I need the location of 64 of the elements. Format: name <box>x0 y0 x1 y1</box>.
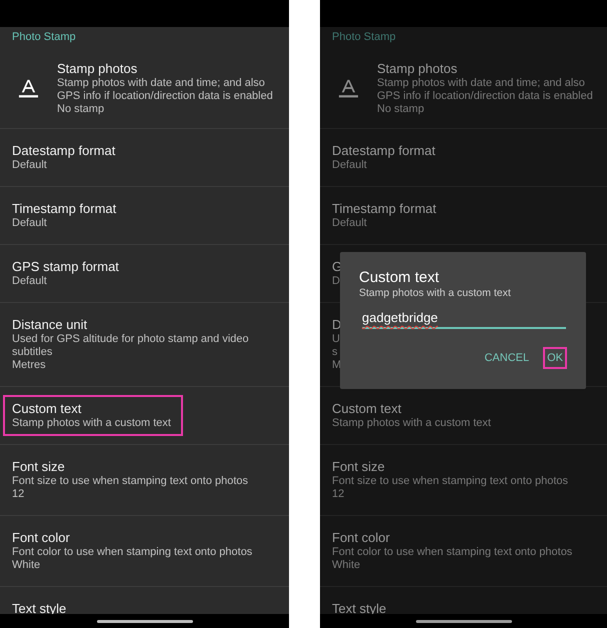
section-header: Photo Stamp <box>331 30 397 45</box>
setting-title: Font size <box>332 458 385 475</box>
setting-summary: Font size to use when stamping text onto photos <box>332 475 568 488</box>
settings-item[interactable]: Timestamp format Default <box>320 187 607 245</box>
setting-title: Custom text <box>332 400 402 417</box>
setting-title: Font size <box>12 458 65 475</box>
setting-title: GPS stamp format <box>12 258 119 275</box>
settings-item[interactable]: Custom text Stamp photos with a custom text <box>0 387 289 445</box>
setting-summary: Default <box>12 217 47 230</box>
settings-item[interactable]: Font color Font color to use when stamping text onto photos White <box>0 516 289 587</box>
setting-title: Datestamp format <box>12 142 116 159</box>
setting-title: Text style <box>12 600 66 617</box>
setting-title: Stamp photos <box>377 60 458 77</box>
setting-summary: Used for GPS altitude for photo stamp and video subtitles <box>12 333 250 359</box>
text-format-icon <box>18 78 39 98</box>
settings-item[interactable]: Timestamp format Default <box>0 187 289 245</box>
setting-summary: Default <box>12 275 47 288</box>
setting-summary: Default <box>332 217 367 230</box>
setting-summary: 12 <box>332 488 344 501</box>
setting-summary: U <box>332 333 340 346</box>
settings-item[interactable]: Stamp photos Stamp photos with date and time; and also GPS info if location/direction data is enabled No stamp <box>0 50 289 129</box>
setting-summary: Stamp photos with a custom text <box>12 417 171 430</box>
setting-title: Font color <box>12 529 70 546</box>
setting-summary: D <box>332 275 340 288</box>
settings-item[interactable]: Datestamp format Default <box>320 129 607 187</box>
home-handle[interactable] <box>96 620 192 622</box>
setting-title: Timestamp format <box>12 200 116 217</box>
setting-summary: Stamp photos with date and time; and also GPS info if location/direction data is enabled <box>377 77 594 103</box>
setting-title: Font color <box>332 529 390 546</box>
setting-summary: Font color to use when stamping text onto photos <box>332 546 572 559</box>
setting-summary: White <box>332 559 360 572</box>
setting-summary: No stamp <box>57 103 104 116</box>
setting-title: Datestamp format <box>332 142 436 159</box>
setting-title: Timestamp format <box>332 200 436 217</box>
setting-title: Custom text <box>12 400 82 417</box>
settings-item[interactable]: Font size Font size to use when stamping text onto photos 12 <box>0 445 289 516</box>
dialog-button[interactable]: OK <box>543 347 567 369</box>
setting-title: Stamp photos <box>57 60 138 77</box>
settings-item[interactable]: Datestamp format Default <box>0 129 289 187</box>
section-header: Photo Stamp <box>11 30 77 45</box>
settings-item[interactable]: Distance unit Used for GPS altitude for photo stamp and video subtitles Metres <box>0 303 289 387</box>
settings-item[interactable]: Font color Font color to use when stamping text onto photos White <box>320 516 607 587</box>
dialog-title: Custom text <box>359 268 440 287</box>
setting-summary: 12 <box>12 488 24 501</box>
setting-summary: s <box>332 346 338 359</box>
home-handle[interactable] <box>416 620 512 622</box>
setting-summary: Default <box>332 159 367 172</box>
dialog-message: Stamp photos with a custom text <box>359 287 511 300</box>
setting-summary: Metres <box>12 359 46 372</box>
settings-item[interactable]: Font size Font size to use when stamping text onto photos 12 <box>320 445 607 516</box>
setting-summary: Font size to use when stamping text onto photos <box>12 475 248 488</box>
setting-summary: Font color to use when stamping text onto photos <box>12 546 252 559</box>
setting-summary: No stamp <box>377 103 424 116</box>
setting-summary: Stamp photos with date and time; and also GPS info if location/direction data is enabled <box>57 77 274 103</box>
text-format-icon <box>338 78 359 98</box>
setting-summary: White <box>12 559 40 572</box>
setting-title: Distance unit <box>12 316 88 333</box>
setting-title: Text style <box>332 600 386 617</box>
dialog-button[interactable]: CANCEL <box>480 347 534 369</box>
setting-summary: Default <box>12 159 47 172</box>
settings-item[interactable]: GPS stamp format Default <box>0 245 289 303</box>
setting-summary: Stamp photos with a custom text <box>332 417 491 430</box>
text-field[interactable]: gadgetbridge <box>362 309 566 329</box>
settings-item[interactable]: Stamp photos Stamp photos with date and time; and also GPS info if location/direction data is enabled No stamp <box>320 50 607 129</box>
